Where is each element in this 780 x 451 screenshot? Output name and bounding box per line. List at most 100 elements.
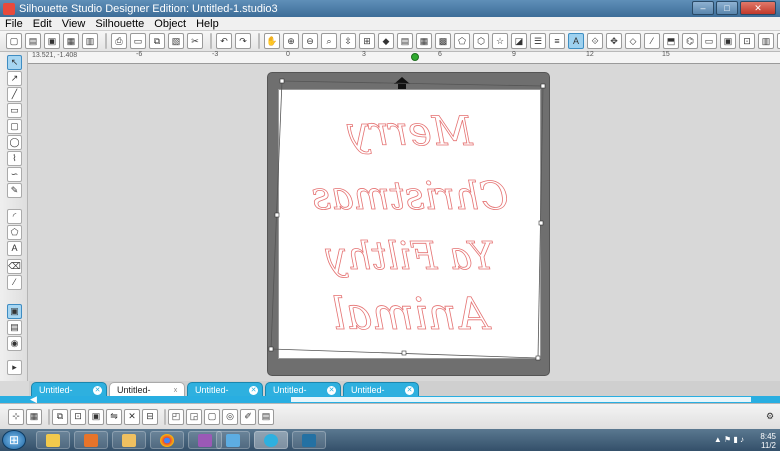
knife-tool-icon[interactable]: ⁄ bbox=[7, 275, 22, 290]
selection-handle[interactable] bbox=[268, 346, 274, 352]
taskbar-silhouette-icon[interactable] bbox=[254, 431, 288, 449]
rotation-handle[interactable] bbox=[411, 53, 419, 61]
ungroup-icon[interactable]: ⊟ bbox=[142, 408, 158, 425]
release-compound-icon[interactable]: ◲ bbox=[186, 408, 202, 425]
pentagon-outline-icon[interactable]: ⬡ bbox=[473, 33, 489, 49]
menu-help[interactable]: Help bbox=[191, 18, 224, 30]
pan-icon[interactable]: ✋ bbox=[264, 33, 280, 49]
line-style-icon[interactable]: ☰ bbox=[530, 33, 546, 49]
edit-points-icon[interactable]: ↗ bbox=[7, 71, 22, 86]
close-button[interactable]: ✕ bbox=[740, 1, 776, 15]
eraser-tool-icon[interactable]: ⌫ bbox=[7, 259, 22, 274]
compound-path-icon[interactable]: ◰ bbox=[168, 408, 184, 425]
text-style-icon[interactable]: A bbox=[568, 33, 584, 49]
copy-icon[interactable]: ⧉ bbox=[149, 33, 165, 49]
delete-icon[interactable]: ✕ bbox=[124, 408, 140, 425]
taskbar-chrome-icon[interactable] bbox=[150, 431, 184, 449]
horizontal-scrollbar[interactable] bbox=[291, 397, 751, 402]
select-all-icon[interactable]: ⊹ bbox=[8, 408, 24, 425]
cut-icon[interactable]: ✂ bbox=[187, 33, 203, 49]
system-tray-icons[interactable]: ▲ ⚑ ▮ ♪ bbox=[714, 435, 744, 444]
send-to-cutter-icon[interactable]: ▭ bbox=[130, 33, 146, 49]
close-tab-icon[interactable]: ✕ bbox=[249, 386, 258, 395]
knife-icon[interactable]: ⁄ bbox=[644, 33, 660, 49]
close-tab-icon[interactable]: x bbox=[171, 386, 180, 395]
select-grid-icon[interactable]: ▦ bbox=[26, 408, 42, 425]
doc-tab[interactable]: Untitled-7.studio3✕ bbox=[343, 382, 419, 410]
redo-icon[interactable]: ↷ bbox=[235, 33, 251, 49]
page-setup-icon[interactable]: ▣ bbox=[720, 33, 736, 49]
doc-tab[interactable]: Untitled-2.studio3✕ bbox=[187, 382, 263, 410]
ellipse-tool-icon[interactable]: ◯ bbox=[7, 135, 22, 150]
taskbar-folder-icon[interactable] bbox=[112, 431, 146, 449]
undo-icon[interactable]: ↶ bbox=[216, 33, 232, 49]
trace-icon[interactable]: ⌬ bbox=[682, 33, 698, 49]
design-canvas[interactable]: Merry Christmas Ya Filthy Animal bbox=[29, 64, 780, 381]
polygon-tool-icon[interactable]: ⌇ bbox=[7, 151, 22, 166]
text-tool-icon[interactable]: A bbox=[7, 241, 22, 256]
paste-icon[interactable]: ▧ bbox=[168, 33, 184, 49]
new-file-icon[interactable]: ▢ bbox=[6, 33, 22, 49]
rectangle-tool-icon[interactable]: ▭ bbox=[7, 103, 22, 118]
menu-silhouette[interactable]: Silhouette bbox=[90, 18, 149, 30]
fit-to-page-icon[interactable]: ⊞ bbox=[359, 33, 375, 49]
taskbar-clock[interactable]: 8:45 11/2 bbox=[760, 432, 776, 450]
transform-icon[interactable]: ⟐ bbox=[587, 33, 603, 49]
maximize-button[interactable]: □ bbox=[716, 1, 738, 15]
polygon-icon[interactable]: ⬠ bbox=[454, 33, 470, 49]
offset-bottom-icon[interactable]: ◎ bbox=[222, 408, 238, 425]
pattern-icon[interactable]: ▩ bbox=[435, 33, 451, 49]
duplicate-icon[interactable]: ⧉ bbox=[52, 408, 68, 425]
gradient-icon[interactable]: ▦ bbox=[416, 33, 432, 49]
menu-edit[interactable]: Edit bbox=[28, 18, 57, 30]
open-file-icon[interactable]: ▤ bbox=[25, 33, 41, 49]
zoom-in-icon[interactable]: ⊕ bbox=[283, 33, 299, 49]
drag-zoom-icon[interactable]: ⇳ bbox=[340, 33, 356, 49]
design-view-icon[interactable]: ▣ bbox=[7, 304, 22, 319]
selection-handle[interactable] bbox=[538, 220, 544, 226]
cut-settings-icon[interactable]: ▥ bbox=[758, 33, 774, 49]
start-button[interactable]: ⊞ bbox=[2, 430, 26, 450]
selection-handle[interactable] bbox=[535, 355, 541, 361]
line-color-icon[interactable]: ▤ bbox=[397, 33, 413, 49]
trace-bottom-icon[interactable]: ✐ bbox=[240, 408, 256, 425]
weld-icon[interactable]: ▢ bbox=[204, 408, 220, 425]
menu-view[interactable]: View bbox=[57, 18, 91, 30]
taskbar-media-icon[interactable] bbox=[74, 431, 108, 449]
registration-icon[interactable]: ⊡ bbox=[739, 33, 755, 49]
library-view-icon[interactable]: ▤ bbox=[7, 320, 22, 335]
shadow-icon[interactable]: ◪ bbox=[511, 33, 527, 49]
doc-tab-active[interactable]: Untitled-1.studio3x bbox=[109, 382, 185, 410]
taskbar-app-icon[interactable] bbox=[292, 431, 326, 449]
regular-polygon-icon[interactable]: ⬠ bbox=[7, 225, 22, 240]
select-tool-icon[interactable]: ↖ bbox=[7, 55, 22, 70]
taskbar-explorer-icon[interactable] bbox=[36, 431, 70, 449]
minimize-button[interactable]: – bbox=[692, 1, 714, 15]
selection-handle[interactable] bbox=[274, 212, 280, 218]
close-tab-icon[interactable]: ✕ bbox=[405, 386, 414, 395]
mirror-icon[interactable]: ⇋ bbox=[106, 408, 122, 425]
taskbar-photos-icon[interactable] bbox=[216, 431, 250, 449]
arc-tool-icon[interactable]: ◜ bbox=[7, 209, 22, 224]
doc-tab[interactable]: Untitled-1.studio3✕ bbox=[31, 382, 107, 410]
star-icon[interactable]: ☆ bbox=[492, 33, 508, 49]
curve-tool-icon[interactable]: ∽ bbox=[7, 167, 22, 182]
design-artwork[interactable]: Merry Christmas Ya Filthy Animal bbox=[268, 73, 551, 377]
line-tool-icon[interactable]: ╱ bbox=[7, 87, 22, 102]
doc-tab[interactable]: Untitled-6.studio3✕ bbox=[265, 382, 341, 410]
close-tab-icon[interactable]: ✕ bbox=[93, 386, 102, 395]
arrange-icon[interactable]: ▣ bbox=[88, 408, 104, 425]
fill-color-icon[interactable]: ◆ bbox=[378, 33, 394, 49]
menu-file[interactable]: File bbox=[0, 18, 28, 30]
modify-icon[interactable]: ◇ bbox=[625, 33, 641, 49]
menu-object[interactable]: Object bbox=[149, 18, 191, 30]
zoom-select-icon[interactable]: ⌕ bbox=[321, 33, 337, 49]
selection-handle[interactable] bbox=[540, 83, 546, 89]
selection-handle[interactable] bbox=[279, 78, 285, 84]
align-icon[interactable]: ▭ bbox=[701, 33, 717, 49]
library-icon[interactable]: ▥ bbox=[82, 33, 98, 49]
panel-toggle-icon[interactable]: ▸ bbox=[7, 360, 22, 375]
save-as-icon[interactable]: ▦ bbox=[63, 33, 79, 49]
layers-icon[interactable]: ▤ bbox=[258, 408, 274, 425]
close-tab-icon[interactable]: ✕ bbox=[327, 386, 336, 395]
